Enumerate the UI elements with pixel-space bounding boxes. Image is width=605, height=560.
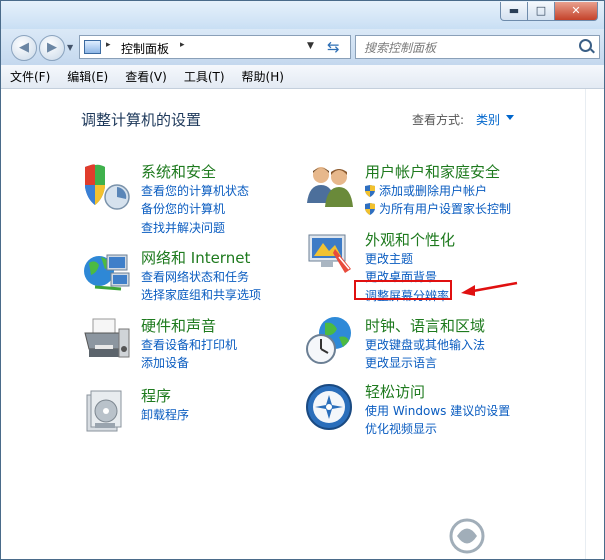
back-arrow-icon: ◀ xyxy=(19,40,29,55)
search-box[interactable] xyxy=(355,35,600,59)
network-icon[interactable] xyxy=(81,247,131,297)
link-devices-printers[interactable]: 查看设备和打印机 xyxy=(141,336,237,354)
link-add-remove-accounts[interactable]: 添加或删除用户帐户 xyxy=(365,182,511,200)
menu-bar: 文件(F) 编辑(E) 查看(V) 工具(T) 帮助(H) xyxy=(1,65,604,89)
control-panel-window: ▬ □ ✕ ◀ ▶ ▼ ▸ 控制面板 ▸ ▼ ⇆ 文件(F) 编辑(E) 查看(… xyxy=(0,0,605,560)
link-change-theme[interactable]: 更改主题 xyxy=(365,250,449,268)
system-security-icon[interactable] xyxy=(81,161,131,211)
page-title: 调整计算机的设置 xyxy=(81,111,202,129)
uac-shield-icon xyxy=(365,185,375,198)
link-text: 为所有用户设置家长控制 xyxy=(379,202,512,217)
window-controls: ▬ □ ✕ xyxy=(500,2,598,21)
view-by-label: 查看方式: xyxy=(412,113,465,127)
link-troubleshoot[interactable]: 查找并解决问题 xyxy=(141,219,249,237)
link-optimize-visual-display[interactable]: 优化视频显示 xyxy=(365,420,510,438)
category-title[interactable]: 时钟、语言和区域 xyxy=(365,315,485,336)
control-panel-icon xyxy=(84,40,101,54)
refresh-icon[interactable]: ⇆ xyxy=(327,38,340,56)
search-icon[interactable] xyxy=(579,39,592,52)
breadcrumb-separator-icon[interactable]: ▸ xyxy=(106,40,111,50)
content-area: 调整计算机的设置 查看方式: 类别 系统和安全 查看您的计算机状态 备份您的计算… xyxy=(1,89,586,559)
link-uninstall-program[interactable]: 卸载程序 xyxy=(141,406,189,424)
close-button[interactable]: ✕ xyxy=(555,2,598,21)
menu-file[interactable]: 文件(F) xyxy=(1,65,58,88)
forward-arrow-icon: ▶ xyxy=(47,40,57,55)
category-title[interactable]: 外观和个性化 xyxy=(365,229,455,250)
link-change-keyboard[interactable]: 更改键盘或其他输入法 xyxy=(365,336,485,354)
category-title[interactable]: 系统和安全 xyxy=(141,161,216,182)
programs-icon[interactable] xyxy=(81,385,131,435)
uac-shield-icon xyxy=(365,203,375,216)
link-add-device[interactable]: 添加设备 xyxy=(141,354,237,372)
scrollbar-track[interactable] xyxy=(585,89,604,559)
category-title[interactable]: 网络和 Internet xyxy=(141,247,250,268)
printer-icon[interactable] xyxy=(81,315,131,365)
users-icon[interactable] xyxy=(305,161,355,211)
menu-help[interactable]: 帮助(H) xyxy=(233,65,292,88)
link-view-computer-status[interactable]: 查看您的计算机状态 xyxy=(141,182,249,200)
category-title[interactable]: 程序 xyxy=(141,385,171,406)
breadcrumb-control-panel[interactable]: 控制面板 xyxy=(121,40,169,57)
annotation-arrow-icon xyxy=(461,281,518,296)
minimize-button[interactable]: ▬ xyxy=(500,2,528,21)
breadcrumb-separator-icon[interactable]: ▸ xyxy=(180,40,185,50)
title-bar[interactable]: ▬ □ ✕ xyxy=(1,1,604,29)
category-title[interactable]: 硬件和声音 xyxy=(141,315,216,336)
clock-globe-icon[interactable] xyxy=(305,315,355,365)
search-input[interactable] xyxy=(362,38,571,58)
recent-pages-dropdown[interactable]: ▼ xyxy=(67,43,73,52)
menu-view[interactable]: 查看(V) xyxy=(116,65,175,88)
category-title[interactable]: 用户帐户和家庭安全 xyxy=(365,161,500,182)
link-backup-computer[interactable]: 备份您的计算机 xyxy=(141,200,249,218)
link-text: 添加或删除用户帐户 xyxy=(379,184,488,198)
link-windows-recommended-settings[interactable]: 使用 Windows 建议的设置 xyxy=(365,402,510,420)
chevron-down-icon[interactable] xyxy=(506,115,514,120)
back-button[interactable]: ◀ xyxy=(11,35,37,61)
watermark-logo-icon xyxy=(449,518,485,554)
menu-edit[interactable]: 编辑(E) xyxy=(58,65,116,88)
menu-tools[interactable]: 工具(T) xyxy=(175,65,233,88)
category-title[interactable]: 轻松访问 xyxy=(365,381,425,402)
watermark xyxy=(447,517,599,555)
ease-of-access-icon[interactable] xyxy=(305,381,355,431)
view-by-dropdown[interactable]: 类别 xyxy=(476,111,500,128)
link-homegroup-sharing[interactable]: 选择家庭组和共享选项 xyxy=(141,286,261,304)
maximize-button[interactable]: □ xyxy=(528,2,555,21)
address-dropdown-icon[interactable]: ▼ xyxy=(307,41,314,51)
appearance-icon[interactable] xyxy=(305,229,355,279)
link-network-status[interactable]: 查看网络状态和任务 xyxy=(141,268,261,286)
annotation-highlight-box xyxy=(354,280,452,300)
link-change-display-language[interactable]: 更改显示语言 xyxy=(365,354,485,372)
link-parental-controls[interactable]: 为所有用户设置家长控制 xyxy=(365,200,511,218)
forward-button[interactable]: ▶ xyxy=(39,35,65,61)
